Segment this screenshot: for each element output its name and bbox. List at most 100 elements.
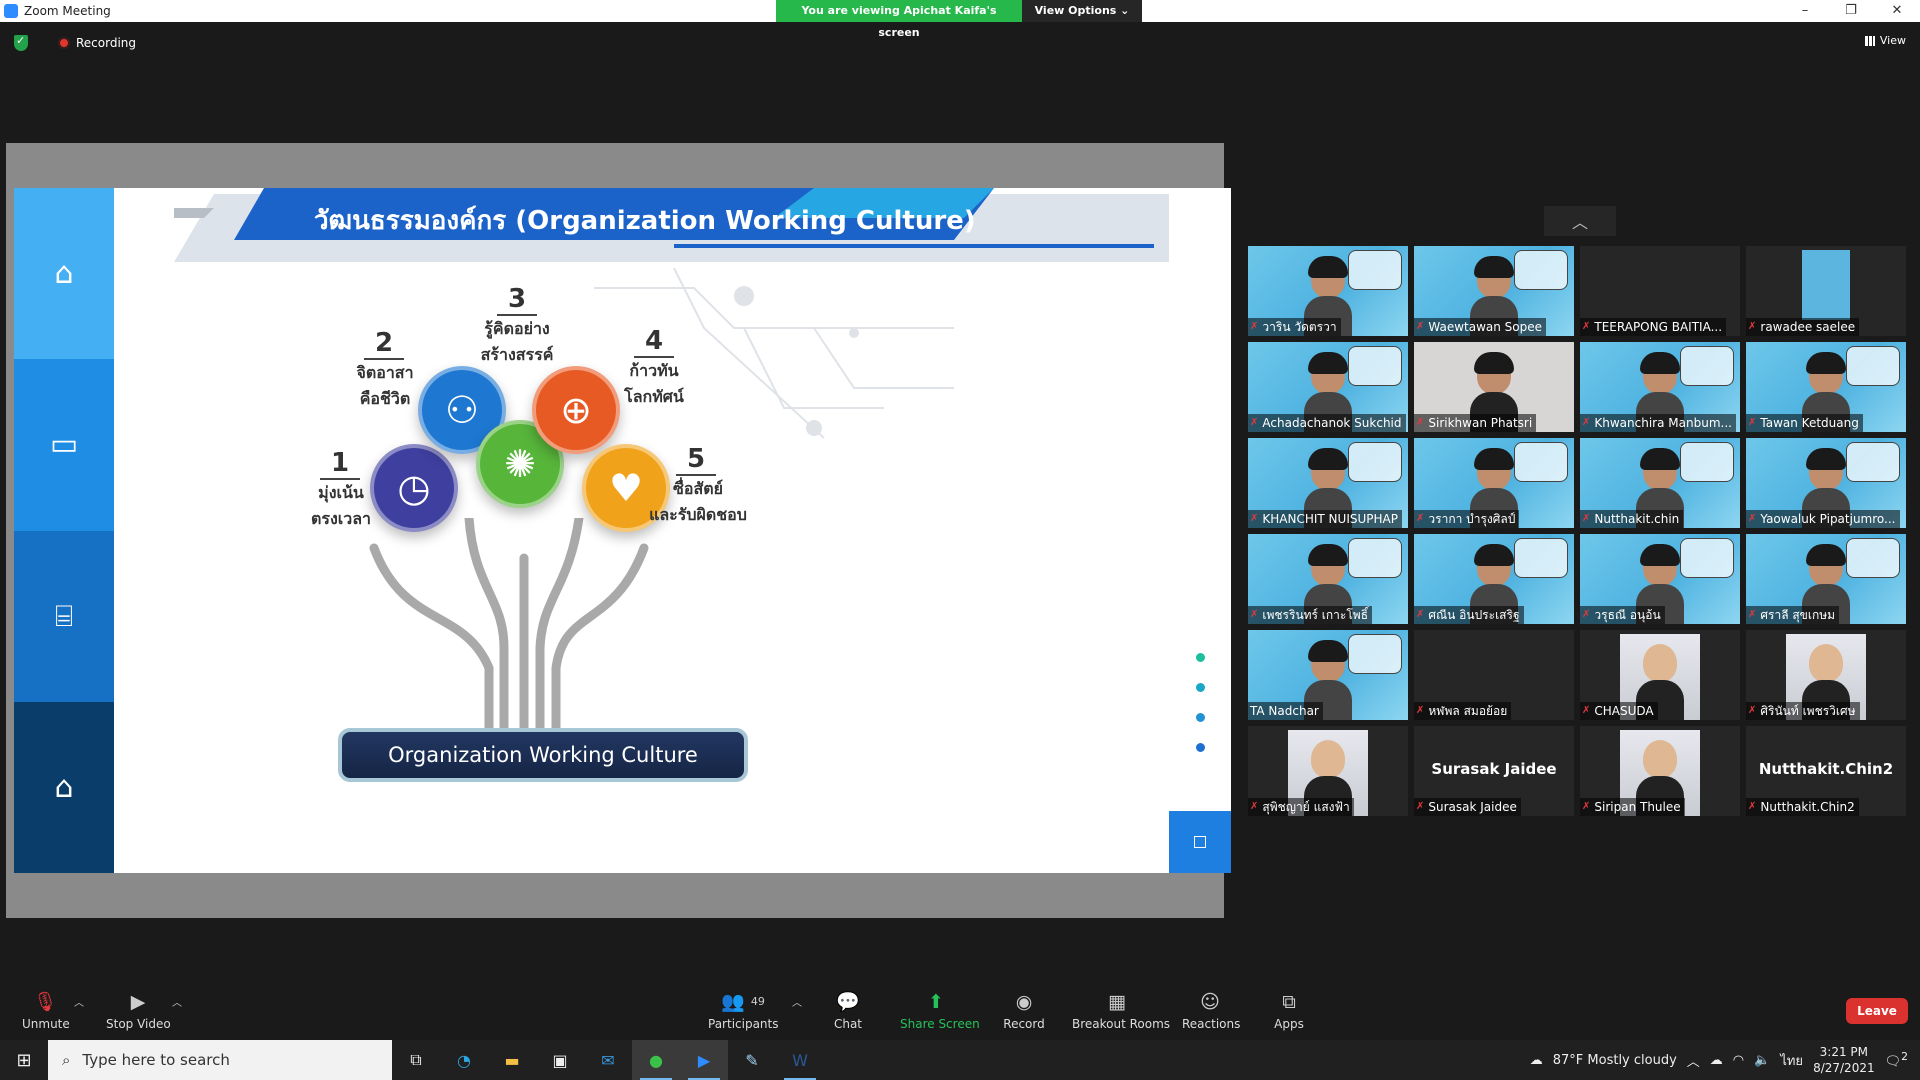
close-button[interactable]: ✕ [1874, 0, 1920, 22]
edge-browser-icon[interactable]: ◔ [440, 1040, 488, 1080]
smiley-icon: ☺ [1200, 991, 1220, 1013]
participant-tile[interactable]: ✗ CHASUDA [1580, 630, 1740, 720]
pagination-dot[interactable] [1196, 713, 1205, 722]
record-button[interactable]: ◉ Record [1002, 990, 1046, 1031]
video-options-caret[interactable]: ︿ [172, 994, 182, 1009]
breakout-rooms-label: Breakout Rooms [1072, 1017, 1171, 1031]
windows-start-icon[interactable]: ⊞ [0, 1050, 48, 1071]
participants-button[interactable]: 👥 49 Participants [708, 990, 779, 1031]
participant-tile[interactable]: ✗ ศณีน อินประเสริฐ [1414, 534, 1574, 624]
grid-icon [1864, 35, 1875, 46]
participant-tile[interactable]: ✗ สุพิชญาย์ แสงฟ้า [1248, 726, 1408, 816]
participant-tile[interactable]: ✗ Tawan Ketduang [1746, 342, 1906, 432]
volume-icon[interactable]: 🔈 [1754, 1053, 1770, 1068]
onedrive-icon[interactable]: ☁ [1710, 1053, 1723, 1068]
participant-name-bar: ✗ วรุธณี อนุอ้น [1580, 606, 1665, 624]
breakout-rooms-button[interactable]: ▦ Breakout Rooms [1072, 990, 1171, 1031]
word-app-icon[interactable]: W [776, 1040, 824, 1080]
maximize-button[interactable]: ❐ [1828, 0, 1874, 22]
file-explorer-icon[interactable]: ▬ [488, 1040, 536, 1080]
virtual-background-sign [1680, 442, 1734, 482]
participant-name: สุพิชญาย์ แสงฟ้า [1262, 800, 1350, 814]
participant-tile[interactable]: ✗ TEERAPONG BAITIA... [1580, 246, 1740, 336]
mail-icon[interactable]: ✉ [584, 1040, 632, 1080]
muted-mic-icon: ✗ [1582, 609, 1591, 620]
participant-tile[interactable]: ✗ Khwanchira Manbum... [1580, 342, 1740, 432]
view-options-button[interactable]: View Options ⌄ [1022, 0, 1142, 22]
share-screen-button[interactable]: ⬆ Share Screen [900, 990, 980, 1031]
pagination-dot[interactable] [1196, 743, 1205, 752]
view-button[interactable]: View [1864, 34, 1906, 47]
participant-tile[interactable]: ✗ Siripan Thulee [1580, 726, 1740, 816]
line-app-icon[interactable]: ● [632, 1040, 680, 1080]
task-view-icon[interactable]: ⧉ [392, 1040, 440, 1080]
item-1-line1: มุ่งเน้น [318, 483, 364, 502]
system-tray: ☁ 87°F Mostly cloudy ︿ ☁ ◠ 🔈 ไทย 3:21 PM… [1530, 1040, 1920, 1080]
muted-mic-icon: ✗ [1416, 705, 1425, 716]
participant-tile[interactable]: ✗ Yaowaluk Pipatjumro... [1746, 438, 1906, 528]
participant-tile[interactable]: ✗ Waewtawan Sopee [1414, 246, 1574, 336]
audio-options-caret[interactable]: ︿ [74, 994, 84, 1009]
participant-tile[interactable]: ✗ วรุธณี อนุอ้น [1580, 534, 1740, 624]
reactions-button[interactable]: ☺ Reactions [1182, 990, 1240, 1031]
participant-tile[interactable]: Nutthakit.Chin2 ✗ Nutthakit.Chin2 [1746, 726, 1906, 816]
participant-name-bar: ✗ สุพิชญาย์ แสงฟ้า [1248, 798, 1354, 816]
participants-options-caret[interactable]: ︿ [792, 994, 802, 1009]
share-screen-label: Share Screen [900, 1017, 980, 1031]
muted-mic-icon: ✗ [1416, 513, 1425, 524]
chat-button[interactable]: 💬 Chat [830, 990, 866, 1031]
slide-square-button[interactable] [1169, 811, 1231, 873]
participant-tile[interactable]: ✗ ศิรินันท์ เพชรวิเศษ [1746, 630, 1906, 720]
participant-tile[interactable]: ✗ rawadee saelee [1746, 246, 1906, 336]
network-icon[interactable]: ◠ [1733, 1053, 1744, 1068]
participant-tile[interactable]: Surasak Jaidee ✗ Surasak Jaidee [1414, 726, 1574, 816]
unmute-button[interactable]: 🎙 Unmute [22, 990, 70, 1031]
taskbar-search-box[interactable]: ⌕ Type here to search [48, 1040, 392, 1080]
taskbar-clock[interactable]: 3:21 PM 8/27/2021 [1813, 1044, 1875, 1076]
language-indicator[interactable]: ไทย [1780, 1050, 1803, 1071]
tray-overflow-icon[interactable]: ︿ [1687, 1051, 1700, 1070]
participant-name-bar: ✗ Siripan Thulee [1580, 798, 1685, 816]
notifications-icon[interactable]: 🗨2 [1885, 1050, 1908, 1069]
participant-name-card: Nutthakit.Chin2 [1758, 760, 1894, 778]
muted-mic-icon: ✗ [1748, 513, 1757, 524]
participant-tile[interactable]: ✗ Achadachanok Sukchid [1248, 342, 1408, 432]
participant-tile[interactable]: ✗ Nutthakit.chin [1580, 438, 1740, 528]
clock-time: 3:21 PM [1819, 1045, 1868, 1059]
participant-tile[interactable]: ✗ หฬพล สมอย้อย [1414, 630, 1574, 720]
meeting-status-bar: Recording View [0, 22, 1920, 64]
participant-tile[interactable]: TA Nadchar [1248, 630, 1408, 720]
microsoft-store-icon[interactable]: ▣ [536, 1040, 584, 1080]
participant-tile[interactable]: ✗ วาริน วัดตรวา [1248, 246, 1408, 336]
participant-tile[interactable]: ✗ KHANCHIT NUISUPHAP [1248, 438, 1408, 528]
muted-mic-icon: ✗ [1748, 321, 1757, 332]
participant-name: ศราลี สุขเกษม [1760, 608, 1836, 622]
participants-icon: 👥 [721, 991, 745, 1013]
apps-button[interactable]: ⧉ Apps [1274, 990, 1304, 1031]
view-label: View [1879, 34, 1906, 47]
participants-label: Participants [708, 1017, 779, 1031]
weather-cloud-icon[interactable]: ☁ [1530, 1053, 1543, 1068]
stop-video-button[interactable]: ▶ Stop Video [106, 990, 171, 1031]
participant-name-bar: ✗ Surasak Jaidee [1414, 798, 1521, 816]
participant-name: Khwanchira Manbum... [1594, 416, 1732, 430]
zoom-app-icon[interactable]: ▶ [680, 1040, 728, 1080]
minimize-button[interactable]: – [1782, 0, 1828, 22]
gallery-collapse-button[interactable]: ︿ [1544, 206, 1616, 236]
participant-tile[interactable]: ✗ เพชรรินทร์ เกาะโพธิ์ [1248, 534, 1408, 624]
participant-tile[interactable]: ✗ ศราลี สุขเกษม [1746, 534, 1906, 624]
participant-name: TEERAPONG BAITIA... [1594, 320, 1723, 334]
security-shield-icon[interactable] [14, 34, 28, 51]
participant-tile[interactable]: ✗ Sirikhwan Phatsri [1414, 342, 1574, 432]
notepad-icon[interactable]: ✎ [728, 1040, 776, 1080]
pagination-dot[interactable] [1196, 653, 1205, 662]
breakout-rooms-icon: ▦ [1108, 991, 1126, 1013]
screen-share-banner: You are viewing Apichat Kaifa's screen V… [776, 0, 1142, 39]
pagination-dot[interactable] [1196, 683, 1205, 692]
participant-name-bar: ✗ หฬพล สมอย้อย [1414, 702, 1512, 720]
weather-label[interactable]: 87°F Mostly cloudy [1553, 1053, 1677, 1068]
leave-button[interactable]: Leave [1846, 998, 1908, 1024]
participant-tile[interactable]: ✗ วรากา บำรุงศิลป์ [1414, 438, 1574, 528]
chat-icon: 💬 [836, 991, 860, 1013]
muted-mic-icon: ✗ [1582, 321, 1591, 332]
